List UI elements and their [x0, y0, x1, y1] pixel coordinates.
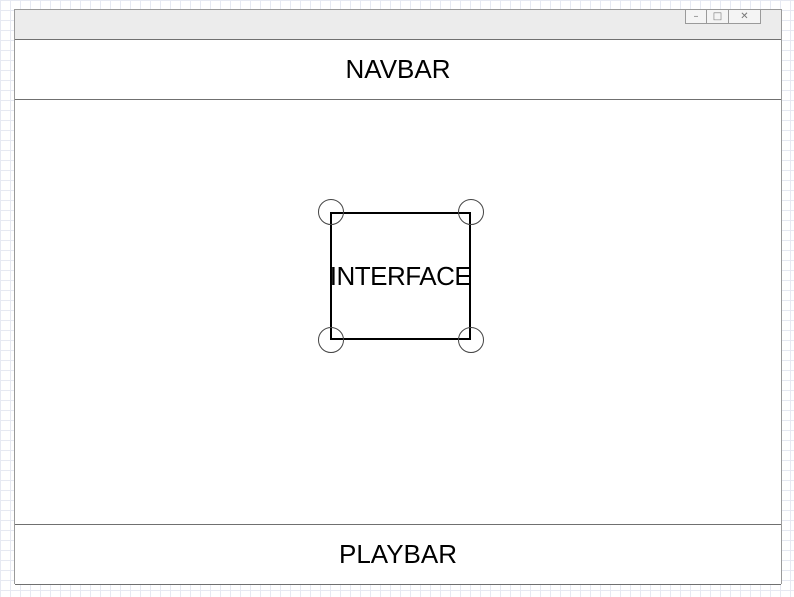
- interface-label: INTERFACE: [329, 260, 472, 291]
- resize-handle-top-left[interactable]: [318, 199, 344, 225]
- title-bar: – □ ✕: [15, 10, 781, 40]
- playbar: PLAYBAR: [15, 524, 781, 585]
- navbar: NAVBAR: [15, 39, 781, 100]
- navbar-label: NAVBAR: [345, 54, 451, 84]
- resize-handle-bottom-left[interactable]: [318, 327, 344, 353]
- minimize-icon[interactable]: –: [685, 10, 707, 24]
- close-icon[interactable]: ✕: [729, 10, 761, 24]
- resize-handle-top-right[interactable]: [458, 199, 484, 225]
- interface-box[interactable]: INTERFACE: [329, 212, 472, 340]
- window-controls: – □ ✕: [685, 10, 761, 24]
- playbar-label: PLAYBAR: [338, 539, 457, 569]
- maximize-icon[interactable]: □: [707, 10, 729, 24]
- app-window: – □ ✕ NAVBAR INTERFACE PLAYBAR: [14, 9, 782, 585]
- resize-handle-bottom-right[interactable]: [458, 327, 484, 353]
